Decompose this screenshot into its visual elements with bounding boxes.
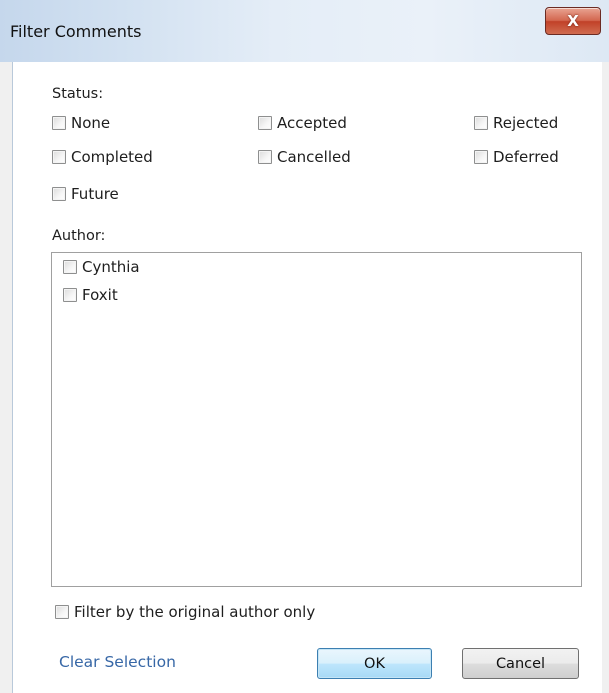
status-rejected-checkbox[interactable]: Rejected [474, 114, 558, 132]
checkbox-icon[interactable] [63, 288, 77, 302]
checkbox-icon[interactable] [258, 116, 272, 130]
author-item-cynthia[interactable]: Cynthia [63, 258, 140, 276]
checkbox-icon[interactable] [474, 116, 488, 130]
author-item-foxit[interactable]: Foxit [63, 286, 118, 304]
checkbox-icon[interactable] [55, 605, 69, 619]
status-label: Status: [52, 86, 104, 102]
checkbox-icon[interactable] [474, 150, 488, 164]
checkbox-icon[interactable] [258, 150, 272, 164]
checkbox-icon[interactable] [52, 116, 66, 130]
filter-original-author-label: Filter by the original author only [74, 603, 316, 621]
filter-original-author-checkbox[interactable]: Filter by the original author only [55, 603, 315, 621]
ok-button[interactable]: OK [317, 648, 432, 679]
author-foxit-label: Foxit [82, 286, 118, 304]
clear-selection-link[interactable]: Clear Selection [59, 653, 176, 671]
author-cynthia-label: Cynthia [82, 258, 140, 276]
status-deferred-label: Deferred [493, 148, 559, 166]
status-none-label: None [71, 114, 111, 132]
status-rejected-label: Rejected [493, 114, 559, 132]
dialog-title: Filter Comments [10, 22, 142, 41]
author-label: Author: [52, 228, 106, 244]
author-list[interactable] [51, 252, 582, 587]
status-cancelled-checkbox[interactable]: Cancelled [258, 148, 351, 166]
cancel-button[interactable]: Cancel [462, 648, 579, 679]
checkbox-icon[interactable] [52, 150, 66, 164]
close-icon: X [567, 12, 579, 30]
status-accepted-checkbox[interactable]: Accepted [258, 114, 347, 132]
checkbox-icon[interactable] [52, 187, 66, 201]
status-future-label: Future [71, 185, 119, 203]
status-accepted-label: Accepted [277, 114, 347, 132]
filter-comments-dialog: Filter Comments X Status: None Accepted … [0, 0, 609, 693]
status-none-checkbox[interactable]: None [52, 114, 110, 132]
checkbox-icon[interactable] [63, 260, 77, 274]
title-bar: Filter Comments X [0, 0, 609, 62]
close-button[interactable]: X [545, 7, 601, 35]
status-cancelled-label: Cancelled [277, 148, 351, 166]
status-deferred-checkbox[interactable]: Deferred [474, 148, 559, 166]
status-completed-checkbox[interactable]: Completed [52, 148, 153, 166]
status-future-checkbox[interactable]: Future [52, 185, 119, 203]
status-completed-label: Completed [71, 148, 153, 166]
